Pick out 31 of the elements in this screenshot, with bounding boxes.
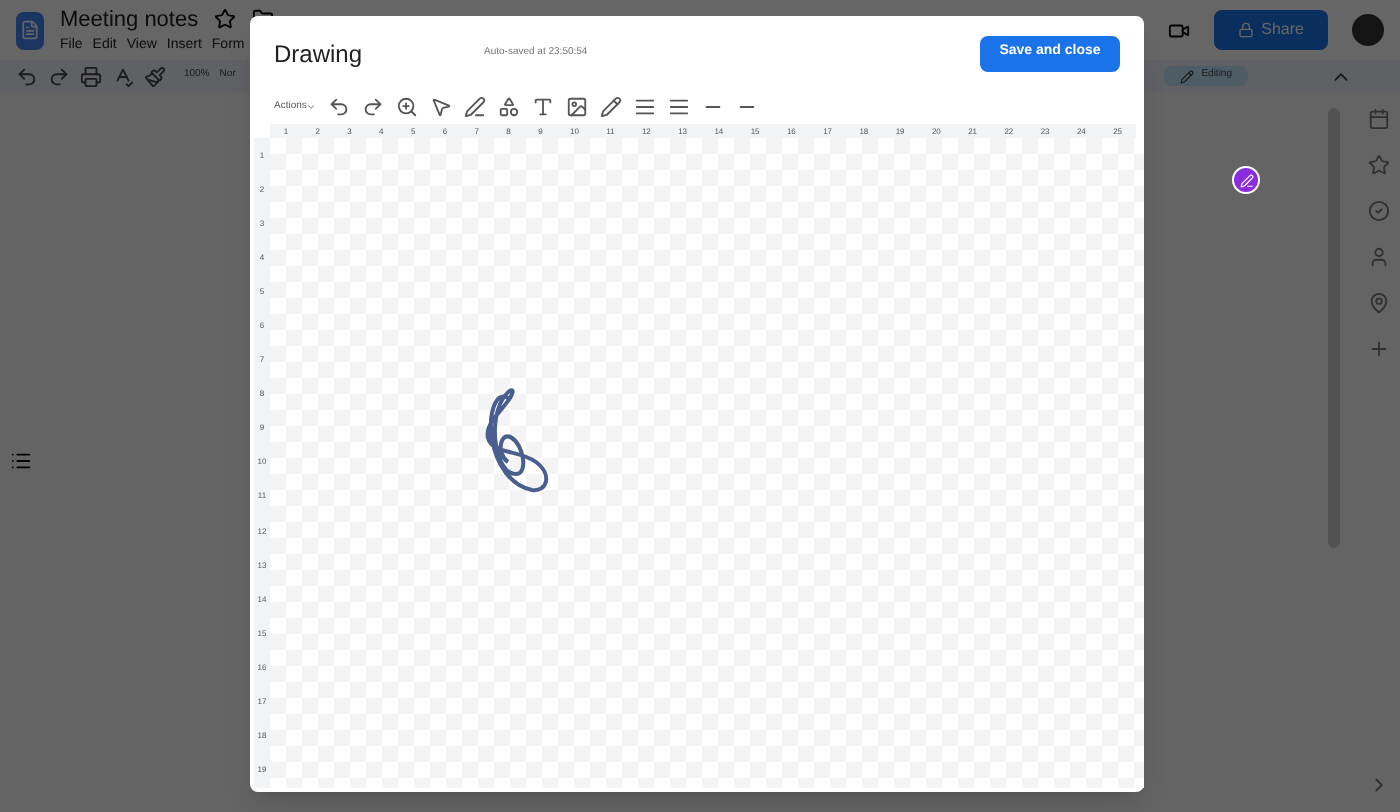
maps-icon[interactable]	[1367, 292, 1389, 314]
pencil-icon	[1179, 69, 1194, 83]
zoom-icon[interactable]	[396, 96, 419, 118]
select-icon[interactable]	[430, 96, 453, 118]
lock-icon	[1237, 22, 1254, 38]
calendar-icon[interactable]	[1367, 108, 1389, 130]
tasks-icon[interactable]	[1367, 200, 1389, 222]
keep-icon[interactable]	[1367, 154, 1389, 176]
share-button[interactable]: Share	[1213, 10, 1328, 50]
text-box-icon[interactable]	[532, 96, 555, 118]
star-icon[interactable]	[214, 8, 237, 31]
extension-icon[interactable]	[1232, 166, 1260, 194]
avatar[interactable]	[1352, 14, 1384, 46]
contacts-icon[interactable]	[1367, 246, 1389, 268]
undo-icon[interactable]	[328, 96, 351, 118]
paint-format-icon[interactable]	[144, 65, 166, 87]
line-color-icon[interactable]	[600, 96, 623, 118]
add-icon[interactable]	[1367, 338, 1389, 360]
image-icon[interactable]	[566, 96, 589, 118]
document-title[interactable]: Meeting notes	[60, 3, 199, 36]
redo-icon[interactable]	[362, 96, 385, 118]
dialog-title: Drawing	[274, 37, 365, 71]
line-dash-icon[interactable]	[668, 96, 691, 118]
line-icon[interactable]	[464, 96, 487, 118]
caret-icon	[306, 102, 317, 112]
spellcheck-icon[interactable]	[112, 65, 134, 87]
line-weight-icon[interactable]	[634, 96, 657, 118]
shape-icon[interactable]	[498, 96, 521, 118]
video-call-icon[interactable]	[1167, 19, 1190, 41]
docs-logo-icon[interactable]	[16, 11, 44, 49]
print-icon[interactable]	[80, 65, 102, 87]
